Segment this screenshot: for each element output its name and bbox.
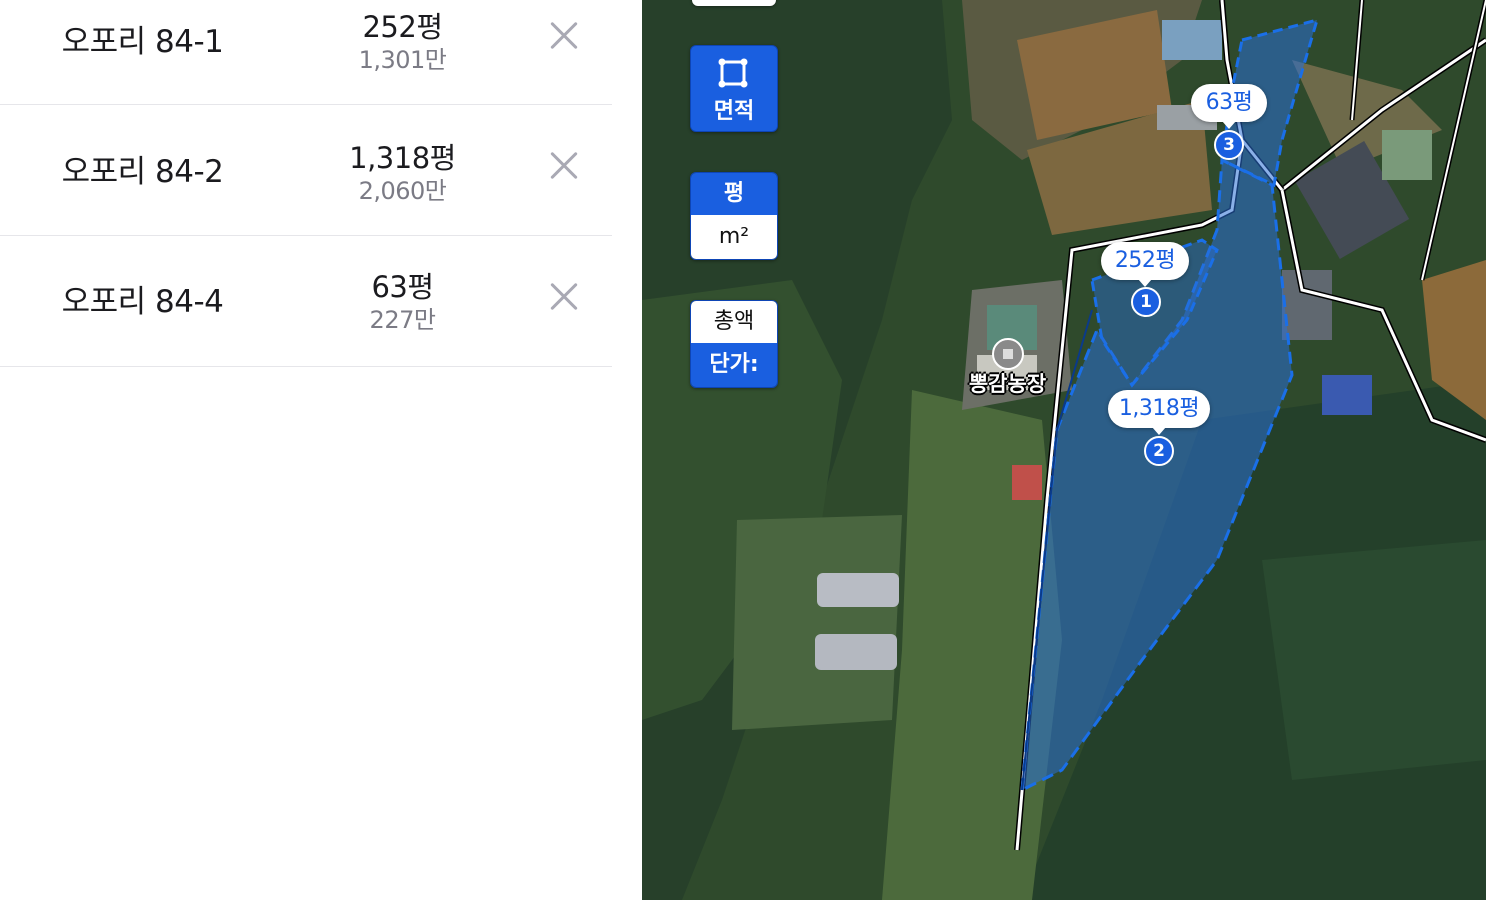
unit-toggle[interactable]: 평 m² — [690, 172, 778, 260]
parcel-name: 오포리 84-2 — [61, 154, 224, 190]
area-button-label: 면적 — [713, 99, 755, 124]
parcel-list-panel: 오포리 84-1 252평 1,301만 오포리 84-2 1,318평 2,0… — [0, 0, 612, 900]
unit-price-option[interactable]: 단가: — [691, 343, 777, 387]
parcel-area-bubble[interactable]: 63평 — [1191, 84, 1267, 129]
parcel-area-bubble[interactable]: 1,318평 — [1108, 390, 1210, 435]
map-imagery — [642, 0, 1486, 900]
parcel-price: 1,301만 — [358, 46, 447, 74]
parcel-number-pin[interactable]: 2 — [1144, 436, 1174, 466]
parcel-number-pin[interactable]: 1 — [1131, 287, 1161, 317]
parcel-price: 2,060만 — [358, 177, 447, 205]
total-price-option[interactable]: 총액 — [691, 301, 777, 343]
parcel-row[interactable]: 오포리 84-2 1,318평 2,060만 — [0, 105, 612, 236]
parcel-name: 오포리 84-4 — [61, 284, 224, 320]
unit-pyeong-option[interactable]: 평 — [691, 173, 777, 215]
map-control-stub[interactable] — [692, 0, 776, 6]
parcel-number-pin[interactable]: 3 — [1214, 130, 1244, 160]
parcel-price: 227만 — [369, 306, 436, 334]
parcel-row[interactable]: 오포리 84-4 63평 227만 — [0, 236, 612, 367]
panel-divider — [612, 0, 642, 900]
area-measure-button[interactable]: 면적 — [690, 45, 778, 132]
satellite-map[interactable] — [642, 0, 1486, 900]
farm-poi-icon[interactable] — [992, 338, 1024, 370]
parcel-name: 오포리 84-1 — [61, 24, 224, 60]
square-select-icon — [718, 58, 748, 88]
unit-m2-option[interactable]: m² — [691, 215, 777, 259]
remove-parcel-close-icon[interactable] — [544, 146, 584, 186]
price-mode-toggle[interactable]: 총액 단가: — [690, 300, 778, 388]
remove-parcel-close-icon[interactable] — [544, 16, 584, 56]
parcel-area-bubble[interactable]: 252평 — [1101, 242, 1189, 287]
remove-parcel-close-icon[interactable] — [544, 277, 584, 317]
parcel-row[interactable]: 오포리 84-1 252평 1,301만 — [0, 0, 612, 105]
poi-label[interactable]: 뽕감농장 — [950, 368, 1065, 398]
